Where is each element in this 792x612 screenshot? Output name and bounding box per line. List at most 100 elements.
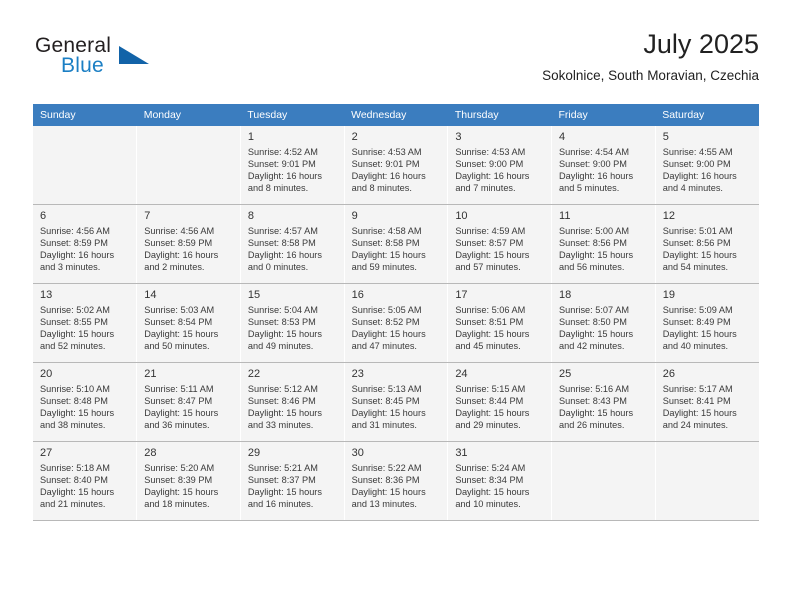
day-cell[interactable]: 20 Sunrise: 5:10 AM Sunset: 8:48 PM Dayl… (33, 362, 138, 442)
day-detail: Sunrise: 5:22 AM Sunset: 8:36 PM Dayligh… (351, 463, 426, 510)
day-number: 20 (40, 368, 53, 380)
day-detail: Sunrise: 5:20 AM Sunset: 8:39 PM Dayligh… (144, 463, 219, 510)
day-number: 24 (455, 368, 468, 380)
day-number: 30 (351, 447, 364, 459)
day-cell[interactable]: 2 Sunrise: 4:53 AM Sunset: 9:01 PM Dayli… (344, 126, 449, 205)
day-detail: Sunrise: 5:17 AM Sunset: 8:41 PM Dayligh… (662, 384, 737, 431)
day-cell[interactable]: 22 Sunrise: 5:12 AM Sunset: 8:46 PM Dayl… (240, 362, 345, 442)
day-cell[interactable]: 15 Sunrise: 5:04 AM Sunset: 8:53 PM Dayl… (240, 283, 345, 363)
day-detail: Sunrise: 4:56 AM Sunset: 8:59 PM Dayligh… (40, 226, 115, 273)
day-cell[interactable]: 30 Sunrise: 5:22 AM Sunset: 8:36 PM Dayl… (344, 441, 449, 521)
day-cell-empty (33, 126, 138, 205)
day-number: 12 (662, 210, 675, 222)
day-number: 2 (351, 131, 358, 143)
day-cell[interactable]: 14 Sunrise: 5:03 AM Sunset: 8:54 PM Dayl… (136, 283, 241, 363)
day-detail: Sunrise: 5:16 AM Sunset: 8:43 PM Dayligh… (559, 384, 634, 431)
day-detail: Sunrise: 5:05 AM Sunset: 8:52 PM Dayligh… (351, 305, 426, 352)
day-number: 7 (144, 210, 151, 222)
weekday-header-tuesday: Tuesday (240, 104, 345, 126)
day-cell[interactable]: 16 Sunrise: 5:05 AM Sunset: 8:52 PM Dayl… (344, 283, 449, 363)
weekday-header-saturday: Saturday (655, 104, 759, 126)
title-block: July 2025 Sokolnice, South Moravian, Cze… (542, 28, 759, 86)
day-cell[interactable]: 11 Sunrise: 5:00 AM Sunset: 8:56 PM Dayl… (551, 204, 656, 284)
calendar-week-row: 13 Sunrise: 5:02 AM Sunset: 8:55 PM Dayl… (33, 283, 759, 363)
weekday-header-friday: Friday (551, 104, 656, 126)
day-cell[interactable]: 13 Sunrise: 5:02 AM Sunset: 8:55 PM Dayl… (33, 283, 138, 363)
day-cell[interactable]: 28 Sunrise: 5:20 AM Sunset: 8:39 PM Dayl… (136, 441, 241, 521)
day-number: 9 (351, 210, 358, 222)
day-cell[interactable]: 31 Sunrise: 5:24 AM Sunset: 8:34 PM Dayl… (447, 441, 553, 521)
day-cell-empty (551, 441, 656, 521)
day-cell[interactable]: 23 Sunrise: 5:13 AM Sunset: 8:45 PM Dayl… (344, 362, 449, 442)
day-number: 4 (559, 131, 566, 143)
day-number: 3 (455, 131, 462, 143)
day-detail: Sunrise: 5:04 AM Sunset: 8:53 PM Dayligh… (247, 305, 322, 352)
day-cell[interactable]: 18 Sunrise: 5:07 AM Sunset: 8:50 PM Dayl… (551, 283, 656, 363)
day-number: 25 (559, 368, 572, 380)
day-number: 22 (247, 368, 261, 380)
day-number: 26 (662, 368, 675, 380)
weekday-header-thursday: Thursday (447, 104, 552, 126)
day-cell[interactable]: 8 Sunrise: 4:57 AM Sunset: 8:58 PM Dayli… (240, 204, 345, 284)
page-subtitle: Sokolnice, South Moravian, Czechia (542, 68, 759, 83)
calendar-week-row: 20 Sunrise: 5:10 AM Sunset: 8:48 PM Dayl… (33, 362, 759, 442)
day-detail: Sunrise: 5:24 AM Sunset: 8:34 PM Dayligh… (455, 463, 530, 510)
day-number: 11 (559, 210, 571, 222)
day-detail: Sunrise: 5:13 AM Sunset: 8:45 PM Dayligh… (351, 384, 426, 431)
day-number: 18 (559, 289, 572, 301)
day-detail: Sunrise: 5:01 AM Sunset: 8:56 PM Dayligh… (662, 226, 737, 273)
day-cell[interactable]: 6 Sunrise: 4:56 AM Sunset: 8:59 PM Dayli… (33, 204, 138, 284)
day-detail: Sunrise: 4:53 AM Sunset: 9:01 PM Dayligh… (351, 147, 426, 194)
brand-logo[interactable]: General Blue (33, 34, 263, 90)
day-detail: Sunrise: 5:10 AM Sunset: 8:48 PM Dayligh… (40, 384, 115, 431)
page-title: July 2025 (643, 29, 759, 59)
day-cell-empty (655, 441, 759, 521)
day-number: 5 (662, 131, 669, 143)
day-detail: Sunrise: 5:09 AM Sunset: 8:49 PM Dayligh… (662, 305, 737, 352)
day-detail: Sunrise: 5:12 AM Sunset: 8:46 PM Dayligh… (247, 384, 322, 431)
day-number: 29 (247, 447, 261, 459)
day-cell[interactable]: 1 Sunrise: 4:52 AM Sunset: 9:01 PM Dayli… (240, 126, 345, 205)
day-cell[interactable]: 4 Sunrise: 4:54 AM Sunset: 9:00 PM Dayli… (551, 126, 656, 205)
day-number: 14 (144, 289, 157, 301)
day-number: 15 (247, 289, 261, 301)
day-detail: Sunrise: 4:54 AM Sunset: 9:00 PM Dayligh… (559, 147, 634, 194)
brand-name-blue: Blue (61, 54, 104, 77)
day-cell[interactable]: 27 Sunrise: 5:18 AM Sunset: 8:40 PM Dayl… (33, 441, 138, 521)
day-cell[interactable]: 7 Sunrise: 4:56 AM Sunset: 8:59 PM Dayli… (136, 204, 241, 284)
day-cell[interactable]: 29 Sunrise: 5:21 AM Sunset: 8:37 PM Dayl… (240, 441, 345, 521)
day-number: 23 (351, 368, 364, 380)
day-detail: Sunrise: 4:58 AM Sunset: 8:58 PM Dayligh… (351, 226, 426, 273)
calendar-page: General Blue July 2025 Sokolnice, South … (0, 0, 792, 612)
day-cell[interactable]: 9 Sunrise: 4:58 AM Sunset: 8:58 PM Dayli… (344, 204, 449, 284)
day-cell[interactable]: 3 Sunrise: 4:53 AM Sunset: 9:00 PM Dayli… (447, 126, 553, 205)
day-detail: Sunrise: 5:21 AM Sunset: 8:37 PM Dayligh… (247, 463, 322, 510)
day-number: 27 (40, 447, 53, 459)
day-cell[interactable]: 17 Sunrise: 5:06 AM Sunset: 8:51 PM Dayl… (447, 283, 553, 363)
day-cell[interactable]: 12 Sunrise: 5:01 AM Sunset: 8:56 PM Dayl… (655, 204, 759, 284)
day-cell[interactable]: 26 Sunrise: 5:17 AM Sunset: 8:41 PM Dayl… (655, 362, 759, 442)
day-cell[interactable]: 24 Sunrise: 5:15 AM Sunset: 8:44 PM Dayl… (447, 362, 553, 442)
calendar-header-row: Sunday Monday Tuesday Wednesday Thursday… (33, 104, 759, 126)
day-detail: Sunrise: 4:56 AM Sunset: 8:59 PM Dayligh… (144, 226, 219, 273)
calendar-table: Sunday Monday Tuesday Wednesday Thursday… (33, 104, 759, 521)
day-cell[interactable]: 10 Sunrise: 4:59 AM Sunset: 8:57 PM Dayl… (447, 204, 553, 284)
day-cell[interactable]: 21 Sunrise: 5:11 AM Sunset: 8:47 PM Dayl… (136, 362, 241, 442)
day-number: 13 (40, 289, 53, 301)
day-cell[interactable]: 19 Sunrise: 5:09 AM Sunset: 8:49 PM Dayl… (655, 283, 759, 363)
day-number: 31 (455, 447, 468, 459)
day-detail: Sunrise: 5:15 AM Sunset: 8:44 PM Dayligh… (455, 384, 530, 431)
day-detail: Sunrise: 4:59 AM Sunset: 8:57 PM Dayligh… (455, 226, 530, 273)
day-detail: Sunrise: 5:06 AM Sunset: 8:51 PM Dayligh… (455, 305, 530, 352)
weekday-header-sunday: Sunday (33, 104, 137, 126)
day-number: 21 (144, 368, 157, 380)
day-detail: Sunrise: 4:55 AM Sunset: 9:00 PM Dayligh… (662, 147, 737, 194)
weekday-header-monday: Monday (136, 104, 241, 126)
weekday-header-wednesday: Wednesday (344, 104, 448, 126)
brand-triangle-icon (119, 46, 149, 64)
day-cell[interactable]: 25 Sunrise: 5:16 AM Sunset: 8:43 PM Dayl… (551, 362, 656, 442)
day-detail: Sunrise: 4:52 AM Sunset: 9:01 PM Dayligh… (247, 147, 322, 194)
calendar-week-row: 1 Sunrise: 4:52 AM Sunset: 9:01 PM Dayli… (33, 126, 759, 205)
day-detail: Sunrise: 5:02 AM Sunset: 8:55 PM Dayligh… (40, 305, 115, 352)
day-cell[interactable]: 5 Sunrise: 4:55 AM Sunset: 9:00 PM Dayli… (655, 126, 759, 205)
